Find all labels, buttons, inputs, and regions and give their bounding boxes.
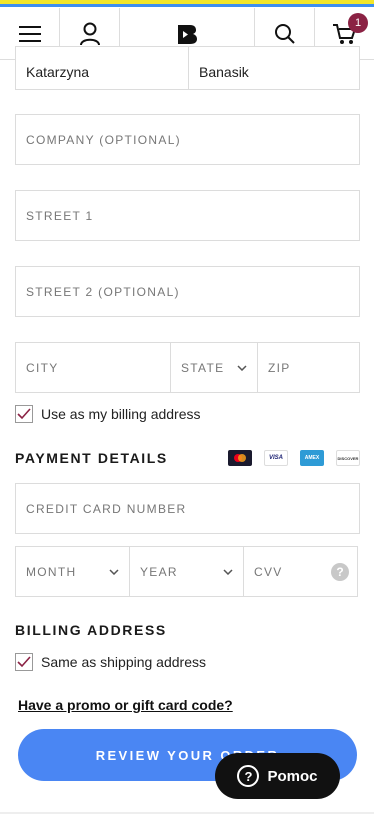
checkmark-icon (17, 656, 31, 668)
month-placeholder: MONTH (26, 564, 77, 579)
cart-count-badge: 1 (348, 13, 368, 33)
same-as-shipping-checkbox-row[interactable]: Same as shipping address (15, 653, 206, 671)
year-select[interactable]: YEAR (129, 546, 244, 597)
amex-icon: AMEX (300, 450, 324, 466)
chevron-down-icon (109, 568, 119, 575)
hamburger-icon (18, 26, 41, 42)
brand-logo-icon (178, 25, 197, 44)
state-placeholder: STATE (181, 361, 225, 375)
user-icon (79, 22, 100, 46)
chevron-down-icon (223, 568, 233, 575)
use-as-billing-checkbox[interactable] (15, 405, 33, 423)
street2-placeholder: STREET 2 (OPTIONAL) (26, 284, 180, 299)
credit-card-number-field[interactable]: CREDIT CARD NUMBER (15, 483, 360, 534)
same-as-shipping-checkbox[interactable] (15, 653, 33, 671)
street1-field[interactable]: STREET 1 (15, 190, 360, 241)
street2-field[interactable]: STREET 2 (OPTIONAL) (15, 266, 360, 317)
company-placeholder: COMPANY (OPTIONAL) (26, 132, 181, 147)
month-select[interactable]: MONTH (15, 546, 130, 597)
cvv-help-icon[interactable]: ? (331, 562, 349, 581)
first-name-value: Katarzyna (26, 64, 90, 80)
cvv-placeholder: CVV (254, 564, 283, 579)
help-label: Pomoc (267, 767, 318, 785)
mastercard-icon (228, 450, 252, 466)
zip-field[interactable]: ZIP (257, 342, 360, 393)
accepted-cards: VISA AMEX DISCOVER (216, 450, 360, 466)
search-icon (274, 24, 295, 44)
city-placeholder: CITY (26, 360, 59, 375)
top-accent-stripe (0, 0, 374, 8)
visa-icon: VISA (264, 450, 288, 466)
same-as-shipping-label: Same as shipping address (41, 654, 206, 670)
zip-placeholder: ZIP (268, 360, 291, 375)
state-select[interactable]: STATE (170, 342, 258, 393)
city-field[interactable]: CITY (15, 342, 171, 393)
discover-icon: DISCOVER (336, 450, 360, 466)
cvv-field[interactable]: CVV ? (243, 546, 358, 597)
use-as-billing-label: Use as my billing address (41, 406, 201, 422)
help-question-icon: ? (237, 765, 260, 787)
street1-placeholder: STREET 1 (26, 208, 94, 223)
use-as-billing-checkbox-row[interactable]: Use as my billing address (15, 405, 201, 423)
last-name-value: Banasik (199, 64, 249, 80)
chevron-down-icon (237, 364, 247, 371)
credit-card-number-placeholder: CREDIT CARD NUMBER (26, 501, 187, 516)
payment-details-title: PAYMENT DETAILS (15, 450, 168, 466)
help-chat-button[interactable]: ? Pomoc (215, 753, 340, 799)
billing-address-title: BILLING ADDRESS (15, 622, 167, 638)
promo-code-link[interactable]: Have a promo or gift card code? (18, 697, 233, 713)
checkmark-icon (17, 408, 31, 420)
company-field[interactable]: COMPANY (OPTIONAL) (15, 114, 360, 165)
year-placeholder: YEAR (140, 564, 178, 579)
first-name-field[interactable]: Katarzyna (15, 46, 189, 90)
last-name-field[interactable]: Banasik (188, 46, 360, 90)
